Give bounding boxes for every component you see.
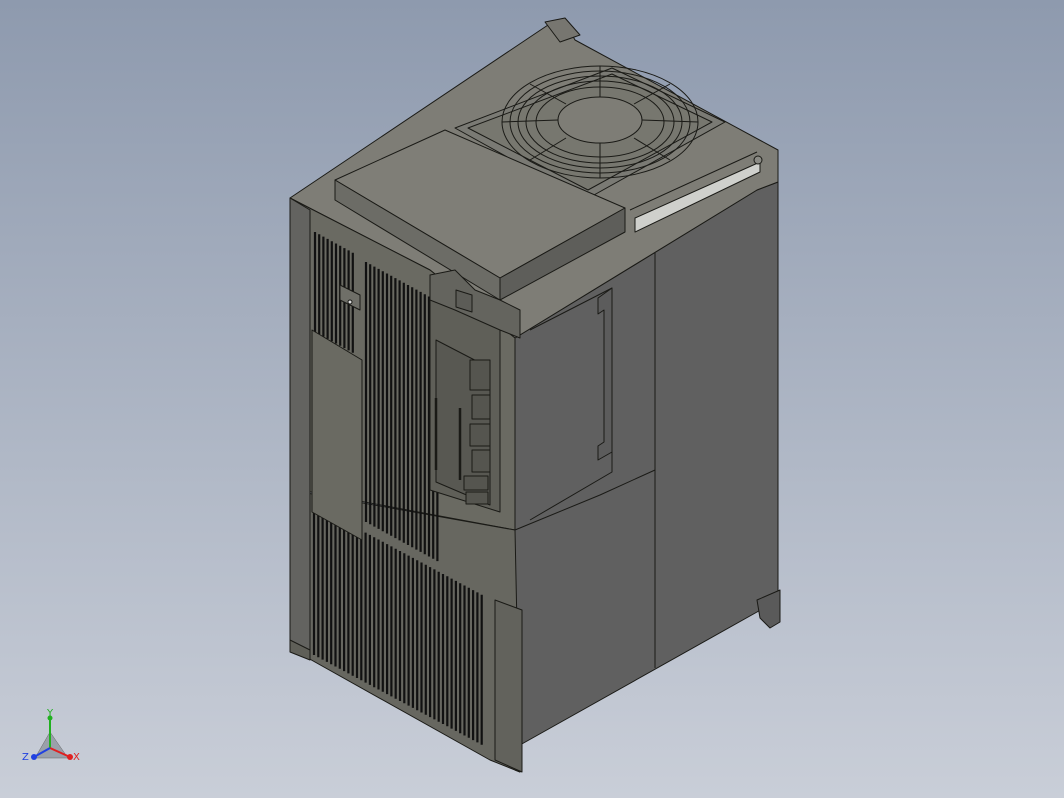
x-axis-label: X <box>73 752 80 763</box>
lower-cover-step <box>494 599 523 773</box>
front-blank-panel <box>311 329 363 541</box>
left-edge-strip <box>289 197 311 657</box>
fan-hub <box>557 96 643 144</box>
z-axis-tip <box>31 754 37 760</box>
z-axis-label: Z <box>22 752 29 763</box>
cad-viewport[interactable]: Y X Z <box>0 0 1064 798</box>
y-axis-label: Y <box>46 708 54 719</box>
mount-hole <box>753 155 763 165</box>
front-screw <box>347 299 353 305</box>
